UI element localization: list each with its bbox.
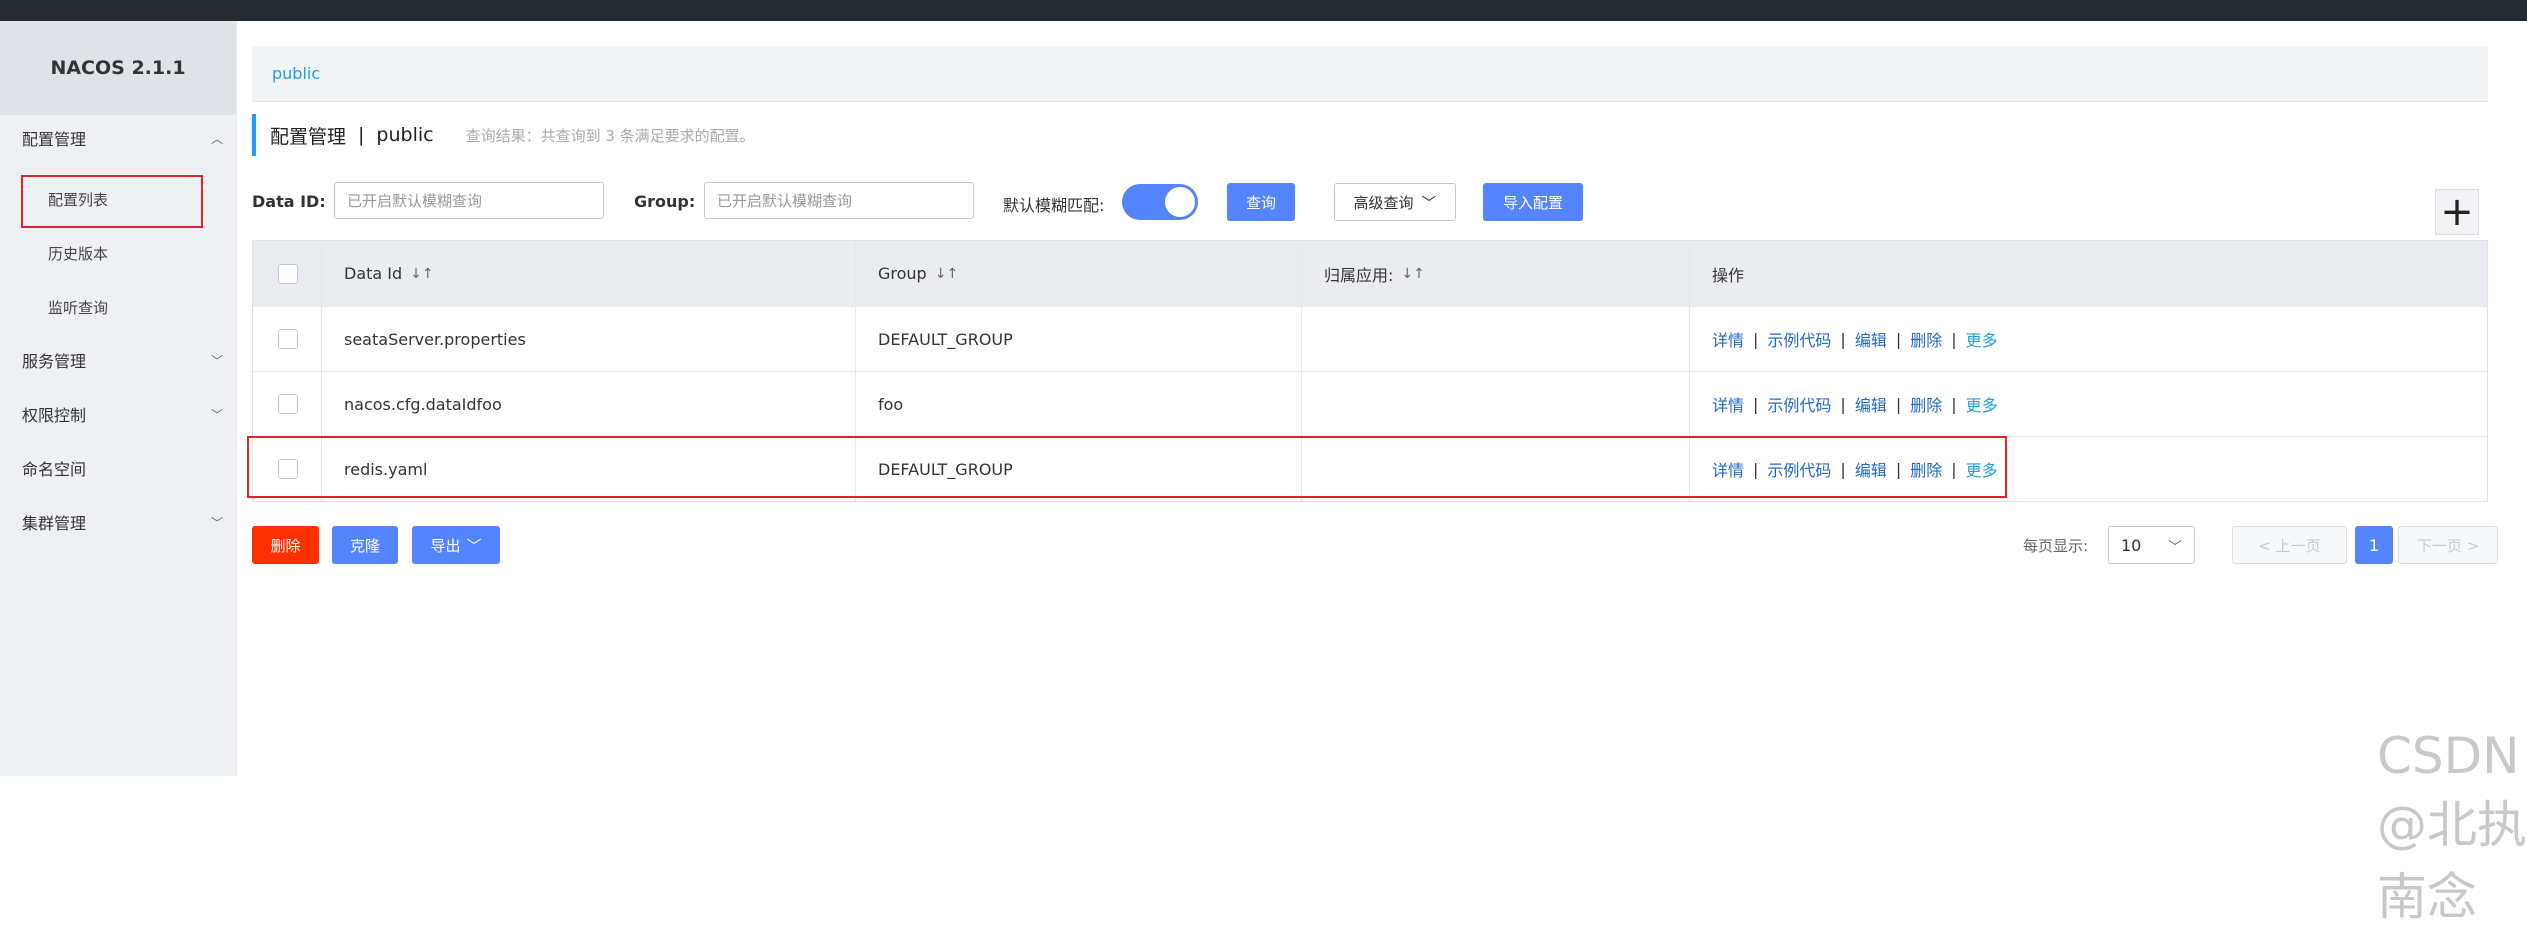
cell-ops: 详情 | 示例代码 | 编辑 | 删除 | 更多 (1689, 372, 2489, 436)
cell-dataid: nacos.cfg.dataIdfoo (321, 372, 855, 436)
add-config-button[interactable]: + (2435, 189, 2479, 235)
page-title: 配置管理 | public 查询结果：共查询到 3 条满足要求的配置。 (252, 114, 755, 156)
header-ops: 操作 (1689, 241, 2489, 306)
group-label: Group: (634, 192, 696, 211)
sort-icon[interactable]: ↓↑ (410, 266, 433, 282)
delete-link[interactable]: 删除 (1910, 327, 1942, 351)
header-group[interactable]: Group ↓↑ (855, 241, 1301, 306)
sidebar-group-label: 集群管理 (22, 514, 87, 533)
watermark: CSDN @北执南念 (2377, 727, 2527, 926)
cell-group: DEFAULT_GROUP (855, 307, 1301, 371)
chevron-down-icon: ﹀ (210, 408, 223, 422)
sort-icon[interactable]: ↓↑ (935, 266, 958, 282)
sidebar-group-label: 权限控制 (22, 406, 87, 425)
chevron-down-icon: ﹀ (210, 516, 223, 530)
header-dataid[interactable]: Data Id ↓↑ (321, 241, 855, 306)
sidebar-group-auth[interactable]: 权限控制 ﹀ (0, 396, 237, 432)
row-checkbox-cell (278, 372, 298, 436)
sidebar-group-cluster[interactable]: 集群管理 ﹀ (0, 504, 237, 540)
filter-bar: Data ID: 已开启默认模糊查询 Group: 已开启默认模糊查询 默认模糊… (252, 182, 2492, 222)
next-page-button[interactable]: 下一页 > (2398, 526, 2498, 564)
select-all-checkbox-cell (278, 241, 298, 306)
breadcrumb-namespace[interactable]: public (272, 64, 320, 83)
page-title-namespace: public (376, 124, 434, 146)
bulk-delete-button[interactable]: 删除 (252, 526, 319, 564)
chevron-down-icon: ﹀ (466, 536, 482, 555)
chevron-down-icon: ﹀ (2168, 540, 2182, 556)
more-link[interactable]: 更多 (1966, 327, 1998, 351)
sort-icon[interactable]: ↓↑ (1401, 266, 1424, 282)
bulk-export-button[interactable]: 导出 ﹀ (412, 526, 500, 564)
cell-group: foo (855, 372, 1301, 436)
highlight-box-redis-row (247, 436, 2007, 498)
row-checkbox-cell (278, 307, 298, 371)
cell-app (1301, 307, 1689, 371)
brand-logo: NACOS 2.1.1 (0, 21, 236, 115)
current-page-button[interactable]: 1 (2355, 526, 2393, 564)
sample-code-link[interactable]: 示例代码 (1767, 392, 1831, 416)
advanced-query-label: 高级查询 (1353, 193, 1414, 212)
sidebar-group-label: 命名空间 (22, 460, 87, 479)
row-checkbox[interactable] (278, 329, 298, 349)
header-app-label: 归属应用: (1324, 265, 1394, 285)
edit-link[interactable]: 编辑 (1855, 392, 1887, 416)
title-separator: | (358, 124, 365, 146)
chevron-down-icon: ﹀ (1421, 193, 1437, 212)
sidebar-group-config[interactable]: 配置管理 ︿ (0, 120, 237, 156)
table-row: nacos.cfg.dataIdfoo foo 详情 | 示例代码 | 编辑 | 删除… (253, 371, 2487, 436)
chevron-down-icon: ﹀ (210, 354, 223, 368)
header-dataid-label: Data Id (344, 264, 403, 283)
sidebar-item-history[interactable]: 历史版本 (0, 235, 237, 271)
sidebar-group-namespace[interactable]: 命名空间 (0, 450, 237, 486)
more-link[interactable]: 更多 (1966, 392, 1998, 416)
main-content: public 配置管理 | public 查询结果：共查询到 3 条满足要求的配… (237, 21, 2527, 926)
sidebar-item-label: 监听查询 (48, 298, 109, 317)
highlight-box-config-list (21, 175, 203, 228)
advanced-query-button[interactable]: 高级查询 ﹀ (1334, 183, 1456, 221)
sidebar-group-label: 配置管理 (22, 130, 87, 149)
cell-dataid: seataServer.properties (321, 307, 855, 371)
header-app[interactable]: 归属应用: ↓↑ (1301, 241, 1689, 306)
cell-ops: 详情 | 示例代码 | 编辑 | 删除 | 更多 (1689, 307, 2489, 371)
sidebar-group-service[interactable]: 服务管理 ﹀ (0, 342, 237, 378)
fuzzy-match-label: 默认模糊匹配: (1003, 196, 1105, 215)
dataid-input[interactable]: 已开启默认模糊查询 (334, 182, 604, 219)
fuzzy-match-toggle[interactable] (1122, 184, 1198, 220)
header-group-label: Group (878, 264, 927, 283)
chevron-up-icon: ︿ (210, 132, 223, 146)
bulk-clone-button[interactable]: 克隆 (332, 526, 398, 564)
group-input[interactable]: 已开启默认模糊查询 (704, 182, 974, 219)
detail-link[interactable]: 详情 (1712, 392, 1744, 416)
query-result-hint: 查询结果：共查询到 3 条满足要求的配置。 (465, 126, 755, 145)
query-button[interactable]: 查询 (1227, 183, 1295, 221)
detail-link[interactable]: 详情 (1712, 327, 1744, 351)
prev-page-button[interactable]: < 上一页 (2232, 526, 2347, 564)
edit-link[interactable]: 编辑 (1855, 327, 1887, 351)
sidebar-group-label: 服务管理 (22, 352, 87, 371)
select-all-checkbox[interactable] (278, 263, 298, 284)
import-config-button[interactable]: 导入配置 (1483, 183, 1583, 221)
cell-app (1301, 372, 1689, 436)
sample-code-link[interactable]: 示例代码 (1767, 327, 1831, 351)
dataid-label: Data ID: (252, 192, 326, 211)
table-row: seataServer.properties DEFAULT_GROUP 详情 |… (253, 306, 2487, 371)
page-title-text: 配置管理 (270, 125, 347, 148)
top-bar (0, 0, 2527, 21)
export-label: 导出 (430, 536, 461, 555)
page-size-label: 每页显示: (2023, 537, 2089, 555)
breadcrumb: public (252, 46, 2488, 102)
sidebar-item-label: 历史版本 (48, 244, 109, 263)
toggle-knob (1165, 187, 1195, 217)
table-header-row: Data Id ↓↑ Group ↓↑ 归属应用: ↓↑ 操作 (253, 241, 2487, 306)
row-checkbox[interactable] (278, 394, 298, 414)
page-size-select[interactable]: 10 ﹀ (2108, 526, 2195, 564)
delete-link[interactable]: 删除 (1910, 392, 1942, 416)
header-ops-label: 操作 (1712, 265, 1745, 285)
page-size-value: 10 (2121, 535, 2142, 555)
sidebar-item-listen-query[interactable]: 监听查询 (0, 289, 237, 325)
